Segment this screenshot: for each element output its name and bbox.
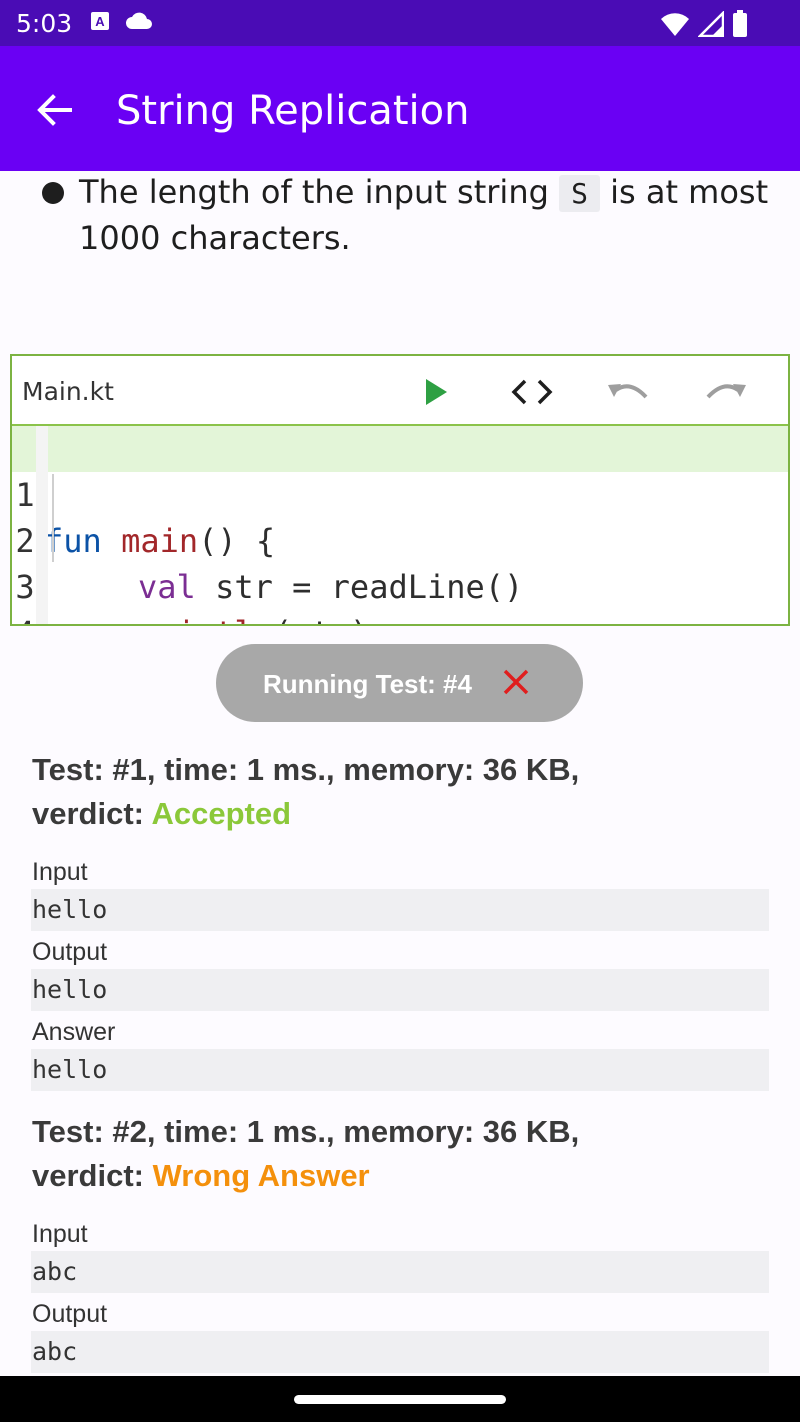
navigation-bar	[0, 1376, 800, 1422]
back-button[interactable]	[28, 86, 80, 134]
input-value: abc	[31, 1251, 769, 1293]
run-button[interactable]	[414, 370, 458, 414]
output-value: abc	[31, 1331, 769, 1373]
output-label: Output	[32, 938, 108, 966]
code-line: 4 }	[12, 564, 788, 624]
close-icon	[503, 669, 529, 695]
battery-icon	[732, 10, 748, 43]
arrow-back-icon	[37, 94, 72, 126]
answer-value: hello	[31, 1049, 769, 1091]
svg-text:A: A	[95, 14, 105, 29]
app-screen: 5:03 A String Replication The length of …	[0, 0, 800, 1422]
play-icon	[426, 379, 447, 405]
verdict-label: verdict:	[32, 1158, 153, 1193]
answer-label: Answer	[32, 1018, 116, 1046]
file-name: Main.kt	[22, 377, 114, 406]
cloud-icon	[124, 11, 154, 36]
running-test-status: Running Test: #4	[216, 644, 583, 722]
home-gesture-handle[interactable]	[294, 1395, 506, 1404]
code-line: 3 println(str)	[12, 518, 788, 624]
test-header: Test: #1, time: 1 ms., memory: 36 KB, ve…	[32, 748, 772, 836]
app-bar: String Replication	[0, 46, 800, 171]
verdict-label: verdict:	[32, 796, 152, 831]
code-editor: Main.kt 1 fun main() { 2 val str = readL…	[10, 354, 790, 626]
output-value: hello	[31, 969, 769, 1011]
code-line: 1 fun main() {	[12, 426, 788, 560]
undo-button[interactable]	[606, 370, 650, 414]
code-line: 2 val str = readLine()	[12, 472, 788, 606]
output-label: Output	[32, 1300, 108, 1328]
a-notification-icon: A	[90, 11, 110, 36]
constraint-text-before: The length of the input string	[79, 173, 560, 211]
input-label: Input	[32, 858, 88, 886]
code-view-button[interactable]	[510, 370, 554, 414]
code-line: 5	[12, 610, 788, 624]
redo-button[interactable]	[704, 370, 748, 414]
test-header: Test: #2, time: 1 ms., memory: 36 KB, ve…	[32, 1110, 772, 1198]
verdict-badge: Accepted	[151, 796, 291, 831]
code-brackets-icon	[511, 379, 553, 405]
test-summary: Test: #1, time: 1 ms., memory: 36 KB,	[32, 752, 580, 787]
test-summary: Test: #2, time: 1 ms., memory: 36 KB,	[32, 1114, 580, 1149]
status-time: 5:03	[16, 9, 73, 38]
status-bar: 5:03 A	[0, 0, 800, 46]
undo-icon	[608, 384, 648, 399]
code-area[interactable]: 1 fun main() { 2 val str = readLine() 3 …	[12, 426, 788, 624]
editor-toolbar: Main.kt	[12, 356, 788, 426]
constraint-text: The length of the input string S is at m…	[79, 170, 779, 260]
page-title: String Replication	[116, 88, 470, 134]
verdict-badge: Wrong Answer	[152, 1158, 370, 1193]
running-test-label: Running Test: #4	[263, 669, 472, 699]
indent-guide	[52, 474, 54, 562]
input-label: Input	[32, 1220, 88, 1248]
redo-icon	[706, 384, 746, 399]
inline-code: S	[559, 175, 600, 212]
wifi-icon	[660, 11, 690, 42]
signal-icon	[696, 9, 725, 42]
bullet-icon	[42, 182, 64, 204]
editor-gutter	[36, 426, 48, 624]
cancel-run-button[interactable]	[496, 662, 536, 702]
input-value: hello	[31, 889, 769, 931]
